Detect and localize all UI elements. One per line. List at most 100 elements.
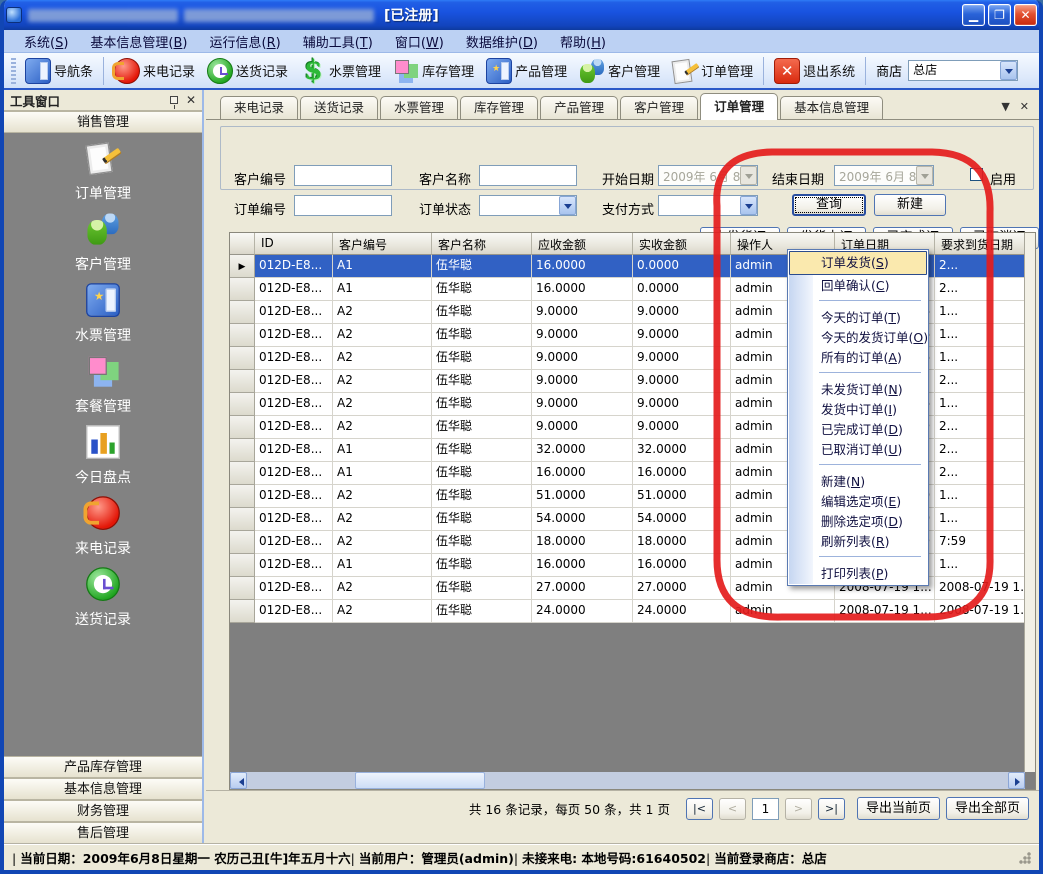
cell-receivable[interactable]: 9.0000 — [532, 393, 633, 416]
row-selector-cell[interactable] — [230, 278, 255, 301]
context-menu-item[interactable]: 今天的发货订单(O) — [789, 328, 927, 348]
context-menu-item[interactable] — [789, 372, 927, 380]
toolbar-button[interactable]: 水票管理 — [294, 56, 387, 86]
query-button[interactable]: 查询 — [792, 194, 866, 216]
order-status-select[interactable] — [479, 195, 577, 216]
new-button[interactable]: 新建 — [874, 194, 946, 216]
cell-customer-no[interactable]: A1 — [333, 462, 432, 485]
cell-receivable[interactable]: 18.0000 — [532, 531, 633, 554]
context-menu-item[interactable]: 发货中订单(I) — [789, 400, 927, 420]
grid-column-header[interactable]: 客户名称 — [432, 233, 532, 255]
cell-customer-name[interactable]: 伍华聪 — [432, 462, 532, 485]
pay-method-select[interactable] — [658, 195, 758, 216]
cell-received[interactable]: 0.0000 — [633, 255, 731, 278]
sidebar-item[interactable]: 套餐管理 — [75, 362, 131, 416]
tab[interactable]: 产品管理 — [540, 96, 618, 119]
toolbar-button[interactable]: 产品管理 — [480, 56, 573, 86]
cell-customer-name[interactable]: 伍华聪 — [432, 531, 532, 554]
cell-required-date[interactable]: 1... — [935, 508, 1027, 531]
first-page-button[interactable]: |< — [686, 798, 713, 820]
vertical-scrollbar[interactable] — [1024, 233, 1035, 772]
end-date-picker[interactable]: 2009年 6月 8日 — [834, 165, 934, 186]
menu-item[interactable]: 帮助(H) — [550, 30, 616, 53]
menu-item[interactable]: 系统(S) — [14, 30, 78, 53]
grid-column-header[interactable]: 要求到货日期 — [935, 233, 1027, 255]
cell-customer-no[interactable]: A2 — [333, 485, 432, 508]
cell-id[interactable]: 012D-E8... — [255, 508, 333, 531]
cell-customer-no[interactable]: A1 — [333, 439, 432, 462]
cell-receivable[interactable]: 9.0000 — [532, 347, 633, 370]
row-selector-cell[interactable] — [230, 439, 255, 462]
context-menu-item[interactable]: 刷新列表(R) — [789, 532, 927, 552]
cell-id[interactable]: 012D-E8... — [255, 554, 333, 577]
cell-received[interactable]: 16.0000 — [633, 462, 731, 485]
cell-customer-name[interactable]: 伍华聪 — [432, 255, 532, 278]
menu-item[interactable]: 数据维护(D) — [456, 30, 548, 53]
cell-required-date[interactable]: 2... — [935, 278, 1027, 301]
cell-customer-no[interactable]: A2 — [333, 508, 432, 531]
cell-received[interactable]: 9.0000 — [633, 324, 731, 347]
cell-customer-name[interactable]: 伍华聪 — [432, 554, 532, 577]
minimize-button[interactable]: ▁ — [962, 4, 985, 26]
tab-list-dropdown-icon[interactable]: ▼ — [1001, 100, 1009, 113]
prev-page-button[interactable]: < — [719, 798, 746, 820]
row-selector-cell[interactable] — [230, 370, 255, 393]
cell-received[interactable]: 32.0000 — [633, 439, 731, 462]
cell-id[interactable]: 012D-E8... — [255, 439, 333, 462]
cell-received[interactable]: 24.0000 — [633, 600, 731, 623]
cell-receivable[interactable]: 16.0000 — [532, 255, 633, 278]
cell-customer-name[interactable]: 伍华聪 — [432, 508, 532, 531]
toolbar-button[interactable]: 送货记录 — [201, 56, 294, 86]
cell-id[interactable]: 012D-E8... — [255, 347, 333, 370]
cell-order-date[interactable]: 2008-07-19 1... — [835, 600, 935, 623]
chevron-down-icon[interactable] — [559, 196, 576, 215]
row-selector-cell[interactable] — [230, 577, 255, 600]
sidebar-item[interactable]: 客户管理 — [75, 220, 131, 274]
cell-customer-name[interactable]: 伍华聪 — [432, 278, 532, 301]
menu-item[interactable]: 辅助工具(T) — [293, 30, 383, 53]
cell-received[interactable]: 9.0000 — [633, 416, 731, 439]
context-menu-item[interactable] — [789, 464, 927, 472]
row-selector-cell[interactable] — [230, 416, 255, 439]
sidebar-item[interactable]: 订单管理 — [75, 149, 131, 203]
cell-required-date[interactable]: 2... — [935, 462, 1027, 485]
row-selector-cell[interactable] — [230, 393, 255, 416]
toolbar-button[interactable]: 客户管理 — [573, 56, 666, 86]
cell-customer-name[interactable]: 伍华聪 — [432, 600, 532, 623]
cell-customer-no[interactable]: A2 — [333, 393, 432, 416]
toolbar-gripper[interactable] — [11, 58, 16, 84]
context-menu-item[interactable]: 回单确认(C) — [789, 276, 927, 296]
cell-customer-no[interactable]: A1 — [333, 278, 432, 301]
toolbar-button[interactable]: 库存管理 — [387, 56, 480, 86]
tab[interactable]: 订单管理 — [700, 93, 778, 120]
cell-received[interactable]: 9.0000 — [633, 347, 731, 370]
cell-id[interactable]: 012D-E8... — [255, 278, 333, 301]
tab[interactable]: 送货记录 — [300, 96, 378, 119]
cell-id[interactable]: 012D-E8... — [255, 462, 333, 485]
cell-id[interactable]: 012D-E8... — [255, 600, 333, 623]
cell-customer-no[interactable]: A2 — [333, 370, 432, 393]
cell-required-date[interactable]: 1... — [935, 554, 1027, 577]
context-menu-item[interactable]: 新建(N) — [789, 472, 927, 492]
cell-received[interactable]: 16.0000 — [633, 554, 731, 577]
cell-received[interactable]: 9.0000 — [633, 393, 731, 416]
cell-required-date[interactable]: 7:59 — [935, 531, 1027, 554]
exit-system-button[interactable]: 退出系统 — [768, 56, 861, 86]
cell-customer-no[interactable]: A1 — [333, 255, 432, 278]
cell-required-date[interactable]: 2... — [935, 370, 1027, 393]
tab[interactable]: 库存管理 — [460, 96, 538, 119]
tab-close-icon[interactable]: ✕ — [1020, 100, 1029, 113]
row-selector-cell[interactable] — [230, 324, 255, 347]
context-menu-item[interactable] — [789, 556, 927, 564]
context-menu-item[interactable] — [789, 300, 927, 308]
cell-customer-no[interactable]: A2 — [333, 600, 432, 623]
next-page-button[interactable]: > — [785, 798, 812, 820]
grid-column-header[interactable]: 客户编号 — [333, 233, 432, 255]
cell-received[interactable]: 9.0000 — [633, 301, 731, 324]
cell-customer-no[interactable]: A2 — [333, 301, 432, 324]
scroll-left-icon[interactable] — [230, 772, 247, 789]
menu-item[interactable]: 基本信息管理(B) — [80, 30, 197, 53]
restore-button[interactable]: ❐ — [988, 4, 1011, 26]
cell-customer-name[interactable]: 伍华聪 — [432, 324, 532, 347]
cell-id[interactable]: 012D-E8... — [255, 531, 333, 554]
